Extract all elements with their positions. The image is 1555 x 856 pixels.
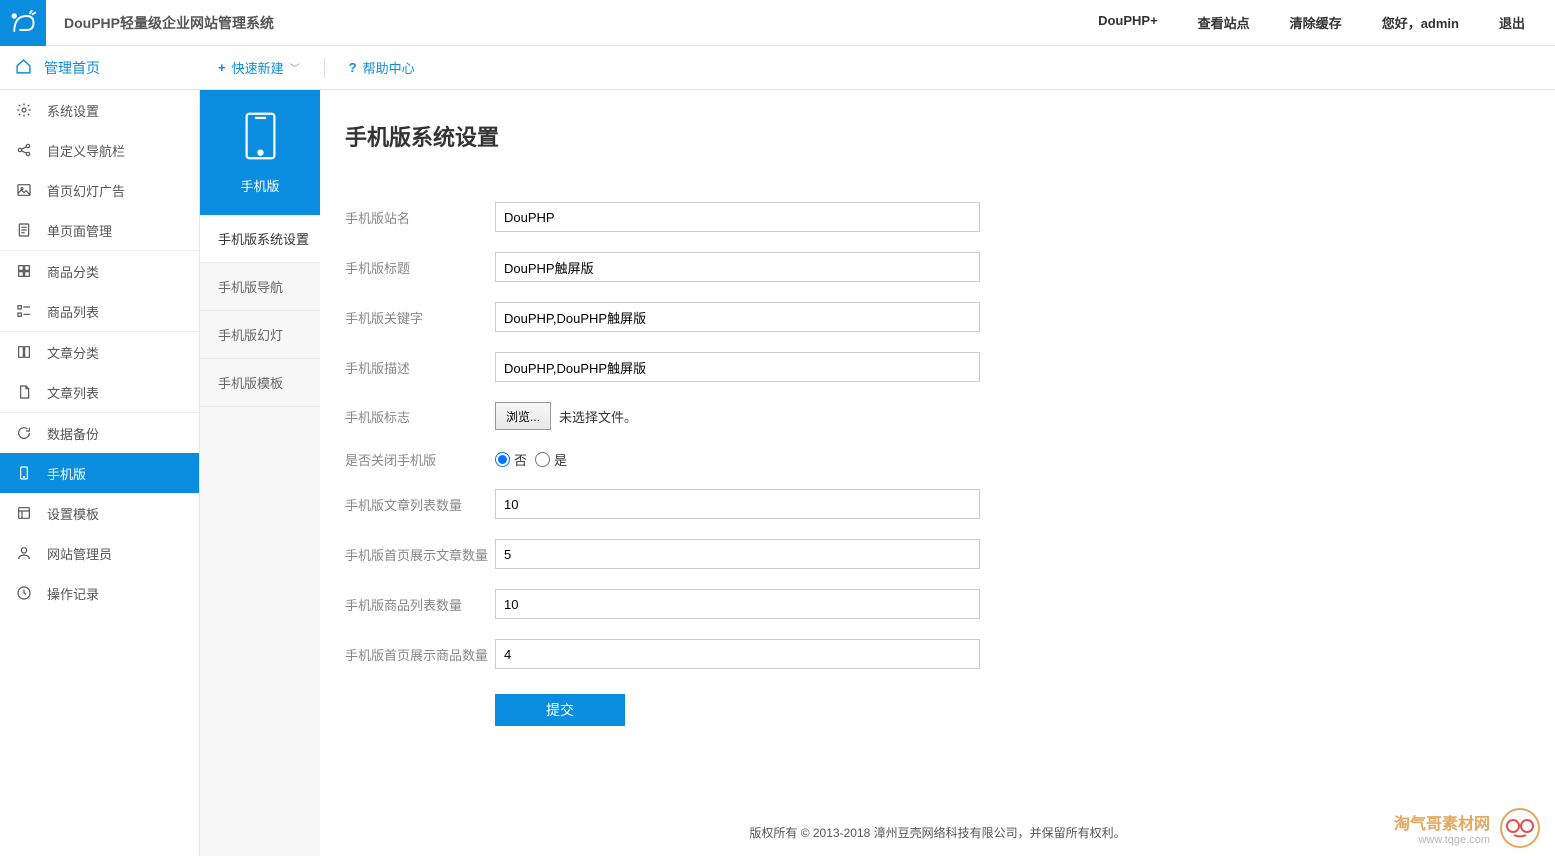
watermark-en: www.tqge.com: [1394, 834, 1490, 846]
header-link-plus[interactable]: DouPHP+: [1098, 13, 1158, 32]
page-icon: [15, 222, 33, 238]
keywords-label: 手机版关键字: [345, 308, 495, 327]
sidebar-label: 商品分类: [47, 262, 99, 281]
refresh-icon: [15, 425, 33, 441]
book-icon: [15, 344, 33, 360]
sidebar-item-admin[interactable]: 网站管理员: [0, 533, 199, 573]
sidebar-item-product-cat[interactable]: 商品分类: [0, 251, 199, 291]
sidebar-label: 操作记录: [47, 584, 99, 603]
mobile-icon: [15, 465, 33, 481]
sidebar-item-mobile[interactable]: 手机版: [0, 453, 199, 493]
watermark-cn: 淘气哥素材网: [1394, 810, 1490, 834]
sidebar-label: 自定义导航栏: [47, 141, 125, 160]
subnav-item-system[interactable]: 手机版系统设置: [200, 215, 320, 263]
home-product-input[interactable]: [495, 639, 980, 669]
product-list-label: 手机版商品列表数量: [345, 595, 495, 614]
main-content: 手机版系统设置 手机版站名 手机版标题 手机版关键字 手机版描述 手机版标志 浏…: [320, 90, 1555, 856]
sidebar-item-template[interactable]: 设置模板: [0, 493, 199, 533]
site-name-label: 手机版站名: [345, 208, 495, 227]
sidebar-label: 系统设置: [47, 101, 99, 120]
sidebar-item-log[interactable]: 操作记录: [0, 573, 199, 613]
title-input[interactable]: [495, 252, 980, 282]
keywords-input[interactable]: [495, 302, 980, 332]
product-list-input[interactable]: [495, 589, 980, 619]
file-icon: [15, 384, 33, 400]
home-article-input[interactable]: [495, 539, 980, 569]
image-icon: [15, 182, 33, 198]
sidebar-label: 手机版: [47, 464, 86, 483]
grid-icon: [15, 263, 33, 279]
question-icon: ?: [349, 60, 357, 75]
subnav-tab-mobile: 手机版: [200, 90, 320, 215]
subnav-tab-label: 手机版: [240, 176, 279, 195]
home-product-label: 手机版首页展示商品数量: [345, 645, 495, 664]
toolbar-home-label: 管理首页: [44, 58, 100, 78]
toolbar-home[interactable]: 管理首页: [0, 58, 200, 78]
watermark-face-icon: [1500, 808, 1540, 848]
sidebar-item-page[interactable]: 单页面管理: [0, 210, 199, 250]
sidebar-label: 设置模板: [47, 504, 99, 523]
subnav: 手机版 手机版系统设置 手机版导航 手机版幻灯 手机版模板: [200, 90, 320, 856]
template-icon: [15, 505, 33, 521]
no-file-text: 未选择文件。: [559, 407, 637, 426]
gear-icon: [15, 102, 33, 118]
header-link-clearcache[interactable]: 清除缓存: [1290, 13, 1342, 32]
sidebar-item-article-list[interactable]: 文章列表: [0, 372, 199, 412]
sidebar-label: 单页面管理: [47, 221, 112, 240]
divider: [324, 58, 325, 78]
sidebar-label: 文章列表: [47, 383, 99, 402]
toolbar: 管理首页 + 快速新建 ﹀ ? 帮助中心: [0, 46, 1555, 90]
sidebar-label: 数据备份: [47, 424, 99, 443]
logo-label: 手机版标志: [345, 407, 495, 426]
subnav-item-nav[interactable]: 手机版导航: [200, 263, 320, 311]
submit-button[interactable]: 提交: [495, 694, 625, 726]
title-label: 手机版标题: [345, 258, 495, 277]
subnav-item-template[interactable]: 手机版模板: [200, 359, 320, 407]
help-button[interactable]: ? 帮助中心: [349, 58, 415, 77]
article-list-label: 手机版文章列表数量: [345, 495, 495, 514]
watermark: 淘气哥素材网 www.tqge.com: [1394, 808, 1540, 848]
clock-icon: [15, 585, 33, 601]
brand-title: DouPHP轻量级企业网站管理系统: [64, 13, 274, 33]
chevron-down-icon: ﹀: [290, 60, 300, 75]
sidebar-item-article-cat[interactable]: 文章分类: [0, 332, 199, 372]
share-icon: [15, 142, 33, 158]
header-link-viewsite[interactable]: 查看站点: [1198, 13, 1250, 32]
sidebar-item-system[interactable]: 系统设置: [0, 90, 199, 130]
home-article-label: 手机版首页展示文章数量: [345, 545, 495, 564]
sidebar-item-nav[interactable]: 自定义导航栏: [0, 130, 199, 170]
help-label: 帮助中心: [363, 58, 415, 77]
desc-input[interactable]: [495, 352, 980, 382]
page-title: 手机版系统设置: [345, 120, 1530, 152]
quick-new-label: 快速新建: [232, 58, 284, 77]
radio-yes[interactable]: [535, 452, 550, 467]
close-label: 是否关闭手机版: [345, 450, 495, 469]
browse-button[interactable]: 浏览...: [495, 402, 551, 430]
article-list-input[interactable]: [495, 489, 980, 519]
user-icon: [15, 545, 33, 561]
quick-new-button[interactable]: + 快速新建 ﹀: [218, 58, 300, 77]
radio-no[interactable]: [495, 452, 510, 467]
site-name-input[interactable]: [495, 202, 980, 232]
mobile-large-icon: [243, 111, 278, 161]
header-link-greeting[interactable]: 您好，admin: [1382, 13, 1459, 32]
sidebar-item-backup[interactable]: 数据备份: [0, 413, 199, 453]
radio-no-label[interactable]: 否: [495, 450, 527, 469]
subnav-item-slide[interactable]: 手机版幻灯: [200, 311, 320, 359]
header: DouPHP轻量级企业网站管理系统 DouPHP+ 查看站点 清除缓存 您好，a…: [0, 0, 1555, 46]
sidebar-label: 网站管理员: [47, 544, 112, 563]
sidebar-label: 商品列表: [47, 302, 99, 321]
plus-icon: +: [218, 60, 226, 75]
sidebar-item-slide[interactable]: 首页幻灯广告: [0, 170, 199, 210]
sidebar-label: 首页幻灯广告: [47, 181, 125, 200]
home-icon: [15, 58, 32, 78]
radio-yes-label[interactable]: 是: [535, 450, 567, 469]
logo: [0, 0, 46, 46]
header-link-logout[interactable]: 退出: [1499, 13, 1525, 32]
sidebar: 系统设置 自定义导航栏 首页幻灯广告 单页面管理 商品分类 商品列表 文章分类 …: [0, 90, 200, 856]
desc-label: 手机版描述: [345, 358, 495, 377]
sidebar-label: 文章分类: [47, 343, 99, 362]
sidebar-item-product-list[interactable]: 商品列表: [0, 291, 199, 331]
list-icon: [15, 303, 33, 319]
